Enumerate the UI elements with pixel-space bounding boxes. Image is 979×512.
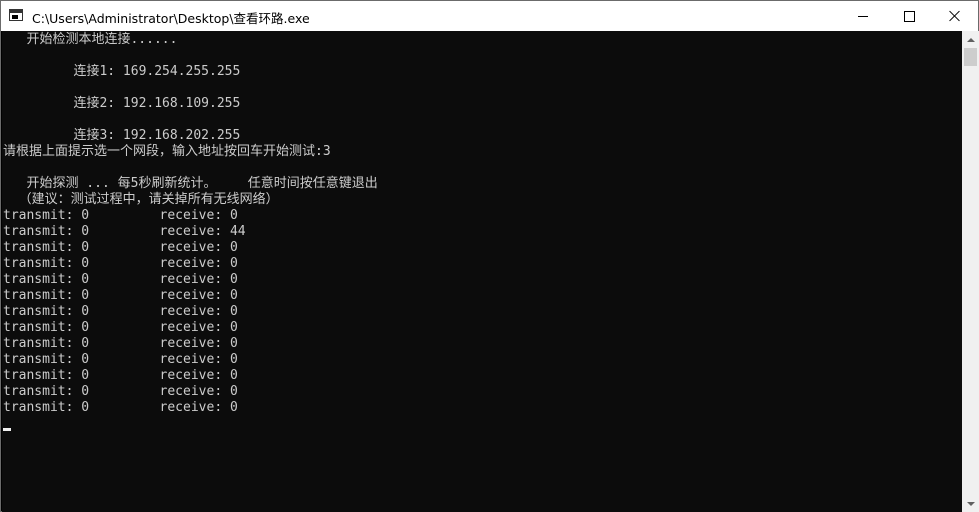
stats-line: transmit: 0 receive: 0: [3, 336, 238, 351]
stats-line: transmit: 0 receive: 0: [3, 368, 238, 383]
maximize-button[interactable]: [886, 1, 932, 31]
stats-line: transmit: 0 receive: 0: [3, 352, 238, 367]
stats-line: transmit: 0 receive: 0: [3, 208, 238, 223]
close-icon: [949, 10, 961, 22]
scroll-down-button[interactable]: [962, 495, 979, 512]
minimize-icon: [858, 15, 868, 17]
stats-line: transmit: 0 receive: 0: [3, 304, 238, 319]
console-line: 连接2: 192.168.109.255: [3, 96, 241, 111]
stats-line: transmit: 0 receive: 44: [3, 224, 246, 239]
minimize-button[interactable]: [840, 1, 886, 31]
text-cursor: [3, 428, 11, 431]
console-line: （建议：测试过程中，请关掉所有无线网络）: [3, 192, 279, 207]
close-button[interactable]: [932, 1, 978, 31]
stats-line: transmit: 0 receive: 0: [3, 240, 238, 255]
stats-line: transmit: 0 receive: 0: [3, 272, 238, 287]
console-line: 开始检测本地连接......: [3, 32, 178, 47]
console-line: 请根据上面提示选一个网段，输入地址按回车开始测试:3: [3, 144, 331, 159]
stats-line: transmit: 0 receive: 0: [3, 400, 238, 415]
console-app-icon[interactable]: [9, 9, 23, 21]
console-output[interactable]: 开始检测本地连接...... 连接1: 169.254.255.255 连接2:…: [2, 31, 962, 512]
vertical-scrollbar[interactable]: [962, 31, 979, 512]
title-bar[interactable]: C:\Users\Administrator\Desktop\查看环路.exe: [1, 1, 978, 31]
stats-line: transmit: 0 receive: 0: [3, 288, 238, 303]
console-window: C:\Users\Administrator\Desktop\查看环路.exe …: [0, 0, 979, 512]
stats-line: transmit: 0 receive: 0: [3, 256, 238, 271]
stats-line: transmit: 0 receive: 0: [3, 320, 238, 335]
scroll-up-button[interactable]: [962, 31, 979, 48]
maximize-icon: [903, 10, 915, 22]
scroll-up-arrow-icon: [966, 37, 975, 42]
window-title: C:\Users\Administrator\Desktop\查看环路.exe: [32, 11, 310, 26]
scrollbar-thumb[interactable]: [964, 48, 977, 66]
scroll-down-arrow-icon: [966, 501, 975, 506]
console-line: 连接1: 169.254.255.255: [3, 64, 241, 79]
stats-line: transmit: 0 receive: 0: [3, 384, 238, 399]
console-line: 开始探测 ... 每5秒刷新统计。 任意时间按任意键退出: [3, 176, 378, 191]
console-line: 连接3: 192.168.202.255: [3, 128, 241, 143]
